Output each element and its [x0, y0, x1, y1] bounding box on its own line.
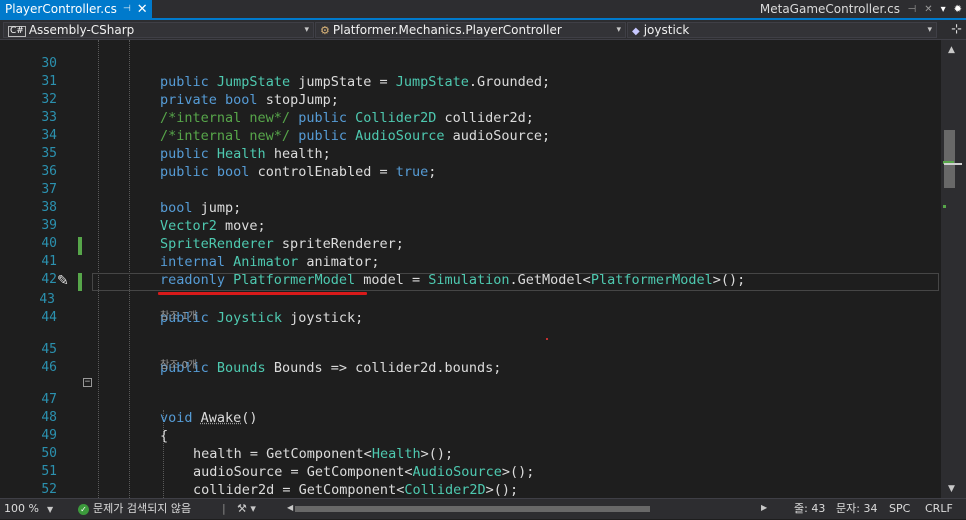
dropdown-arrow-icon[interactable]: ▾ — [941, 0, 946, 19]
whitespace-indicator[interactable]: SPC — [889, 499, 910, 519]
code-line: 53 animator = GetComponent<Animator>(); — [0, 481, 941, 498]
code-line: 51 collider2d = GetComponent<Collider2D>… — [0, 445, 941, 498]
vertical-scrollbar[interactable]: ▲ ▼ — [941, 40, 966, 498]
pin-icon[interactable]: ⊣ — [907, 0, 916, 19]
cube-field-icon: ◆ — [632, 26, 640, 37]
tab-playercontroller[interactable]: PlayerController.cs ⊣ ✕ — [0, 0, 152, 19]
code-line: 48 { — [0, 391, 941, 444]
scrollbar-thumb[interactable] — [944, 130, 955, 188]
code-line: 30 public JumpState jumpState = JumpStat… — [0, 40, 941, 90]
zoom-combo[interactable]: 100 % ▼ — [4, 499, 53, 520]
dropdown-arrow-icon: ▾ — [616, 25, 621, 35]
csharp-project-icon: C# — [8, 26, 26, 37]
close-icon[interactable]: ✕ — [137, 0, 148, 19]
code-line: 40 internal Animator animator; — [0, 217, 941, 270]
code-line: 35 public bool controlEnabled = true; — [0, 127, 941, 180]
tab-metagamecontroller[interactable]: MetaGameController.cs — [760, 0, 900, 19]
code-editor[interactable]: ✎ 30 public JumpState jumpState = JumpSt… — [0, 40, 941, 498]
code-line: 45 public Bounds Bounds => collider2d.bo… — [0, 323, 941, 376]
code-line: 49 health = GetComponent<Health>(); — [0, 409, 941, 462]
code-line: 46 — [0, 341, 941, 375]
project-label: Assembly-CSharp — [28, 23, 135, 37]
code-line: 34 public Health health; — [0, 109, 941, 162]
code-line: 47 void Awake() — [0, 373, 941, 426]
code-line: 37 bool jump; — [0, 163, 941, 216]
separator: | — [222, 502, 226, 515]
dropdown-arrow-icon: ▼ — [46, 505, 54, 514]
dropdown-arrow-icon: ▾ — [304, 25, 309, 35]
code-line-current: 43 public Joystick joystick; — [0, 273, 941, 326]
navigation-bar: C# Assembly-CSharp ▾ ⚙ Platformer.Mechanic… — [0, 20, 966, 40]
split-icon[interactable]: ⊹ — [951, 22, 962, 38]
code-line: 44 — [0, 291, 941, 325]
member-label: joystick — [643, 23, 690, 37]
brush-icon[interactable]: ⚒ ▾ — [237, 499, 256, 519]
scroll-right-icon[interactable]: ▶ — [761, 498, 767, 518]
code-line: 39 SpriteRenderer spriteRenderer; — [0, 199, 941, 252]
code-line: 52 spriteRenderer = GetComponent<SpriteR… — [0, 463, 941, 497]
stray-mark — [546, 338, 548, 340]
zoom-value: 100 % — [4, 502, 39, 515]
project-combo[interactable]: C# Assembly-CSharp ▾ — [3, 22, 314, 38]
change-map-marker — [943, 205, 946, 208]
line-indicator[interactable]: 줄: 43 — [794, 499, 825, 519]
dropdown-arrow-icon: ▾ — [927, 25, 932, 35]
editor-status-bar: 100 % ▼ ✓ 문제가 검색되지 않음 | ⚒ ▾ ◀ ▶ 줄: 43 문자:… — [0, 498, 966, 519]
code-line: 50 audioSource = GetComponent<AudioSourc… — [0, 427, 941, 480]
settings-icon[interactable]: ✹ — [954, 0, 962, 19]
document-tab-bar: PlayerController.cs ⊣ ✕ MetaGameControll… — [0, 0, 966, 20]
check-icon: ✓ — [78, 503, 89, 515]
issues-text: 문제가 검색되지 않음 — [93, 502, 192, 515]
column-indicator[interactable]: 문자: 34 — [836, 499, 877, 519]
code-line: 41 readonly PlatformerModel model = Simu… — [0, 235, 941, 288]
scroll-down-icon[interactable]: ▼ — [948, 484, 955, 494]
caret-map-marker — [944, 163, 962, 165]
tab-bar-controls: ⊣ ✕ ▾ ✹ — [907, 0, 962, 19]
codelens-references[interactable]: 참조 0개 — [160, 358, 197, 374]
collapse-icon[interactable]: − — [83, 378, 92, 387]
scroll-up-icon[interactable]: ▲ — [948, 45, 955, 55]
code-line: 31 private bool stopJump; — [0, 55, 941, 108]
code-line: 33 /*internal new*/ public AudioSource a… — [0, 91, 941, 144]
type-combo[interactable]: ⚙ Platformer.Mechanics.PlayerController ▾ — [315, 22, 626, 38]
close-icon[interactable]: ✕ — [924, 0, 932, 19]
issues-indicator[interactable]: ✓ 문제가 검색되지 않음 — [78, 499, 191, 519]
type-label: Platformer.Mechanics.PlayerController — [332, 23, 562, 37]
line-ending-indicator[interactable]: CRLF — [925, 499, 953, 519]
gear-class-icon: ⚙ — [320, 24, 330, 37]
horizontal-scrollbar[interactable]: ◀ ▶ — [287, 503, 767, 513]
pin-icon[interactable]: ⊣ — [123, 0, 131, 19]
code-line: 36 — [0, 145, 941, 179]
tab-label: PlayerController.cs — [5, 2, 117, 16]
code-line: 32 /*internal new*/ public Collider2D co… — [0, 73, 941, 126]
scroll-left-icon[interactable]: ◀ — [287, 498, 293, 518]
scrollbar-thumb[interactable] — [295, 506, 650, 512]
code-line: 42 — [0, 253, 941, 287]
code-line: 38 Vector2 move; — [0, 181, 941, 234]
member-combo[interactable]: ◆ joystick ▾ — [627, 22, 937, 38]
